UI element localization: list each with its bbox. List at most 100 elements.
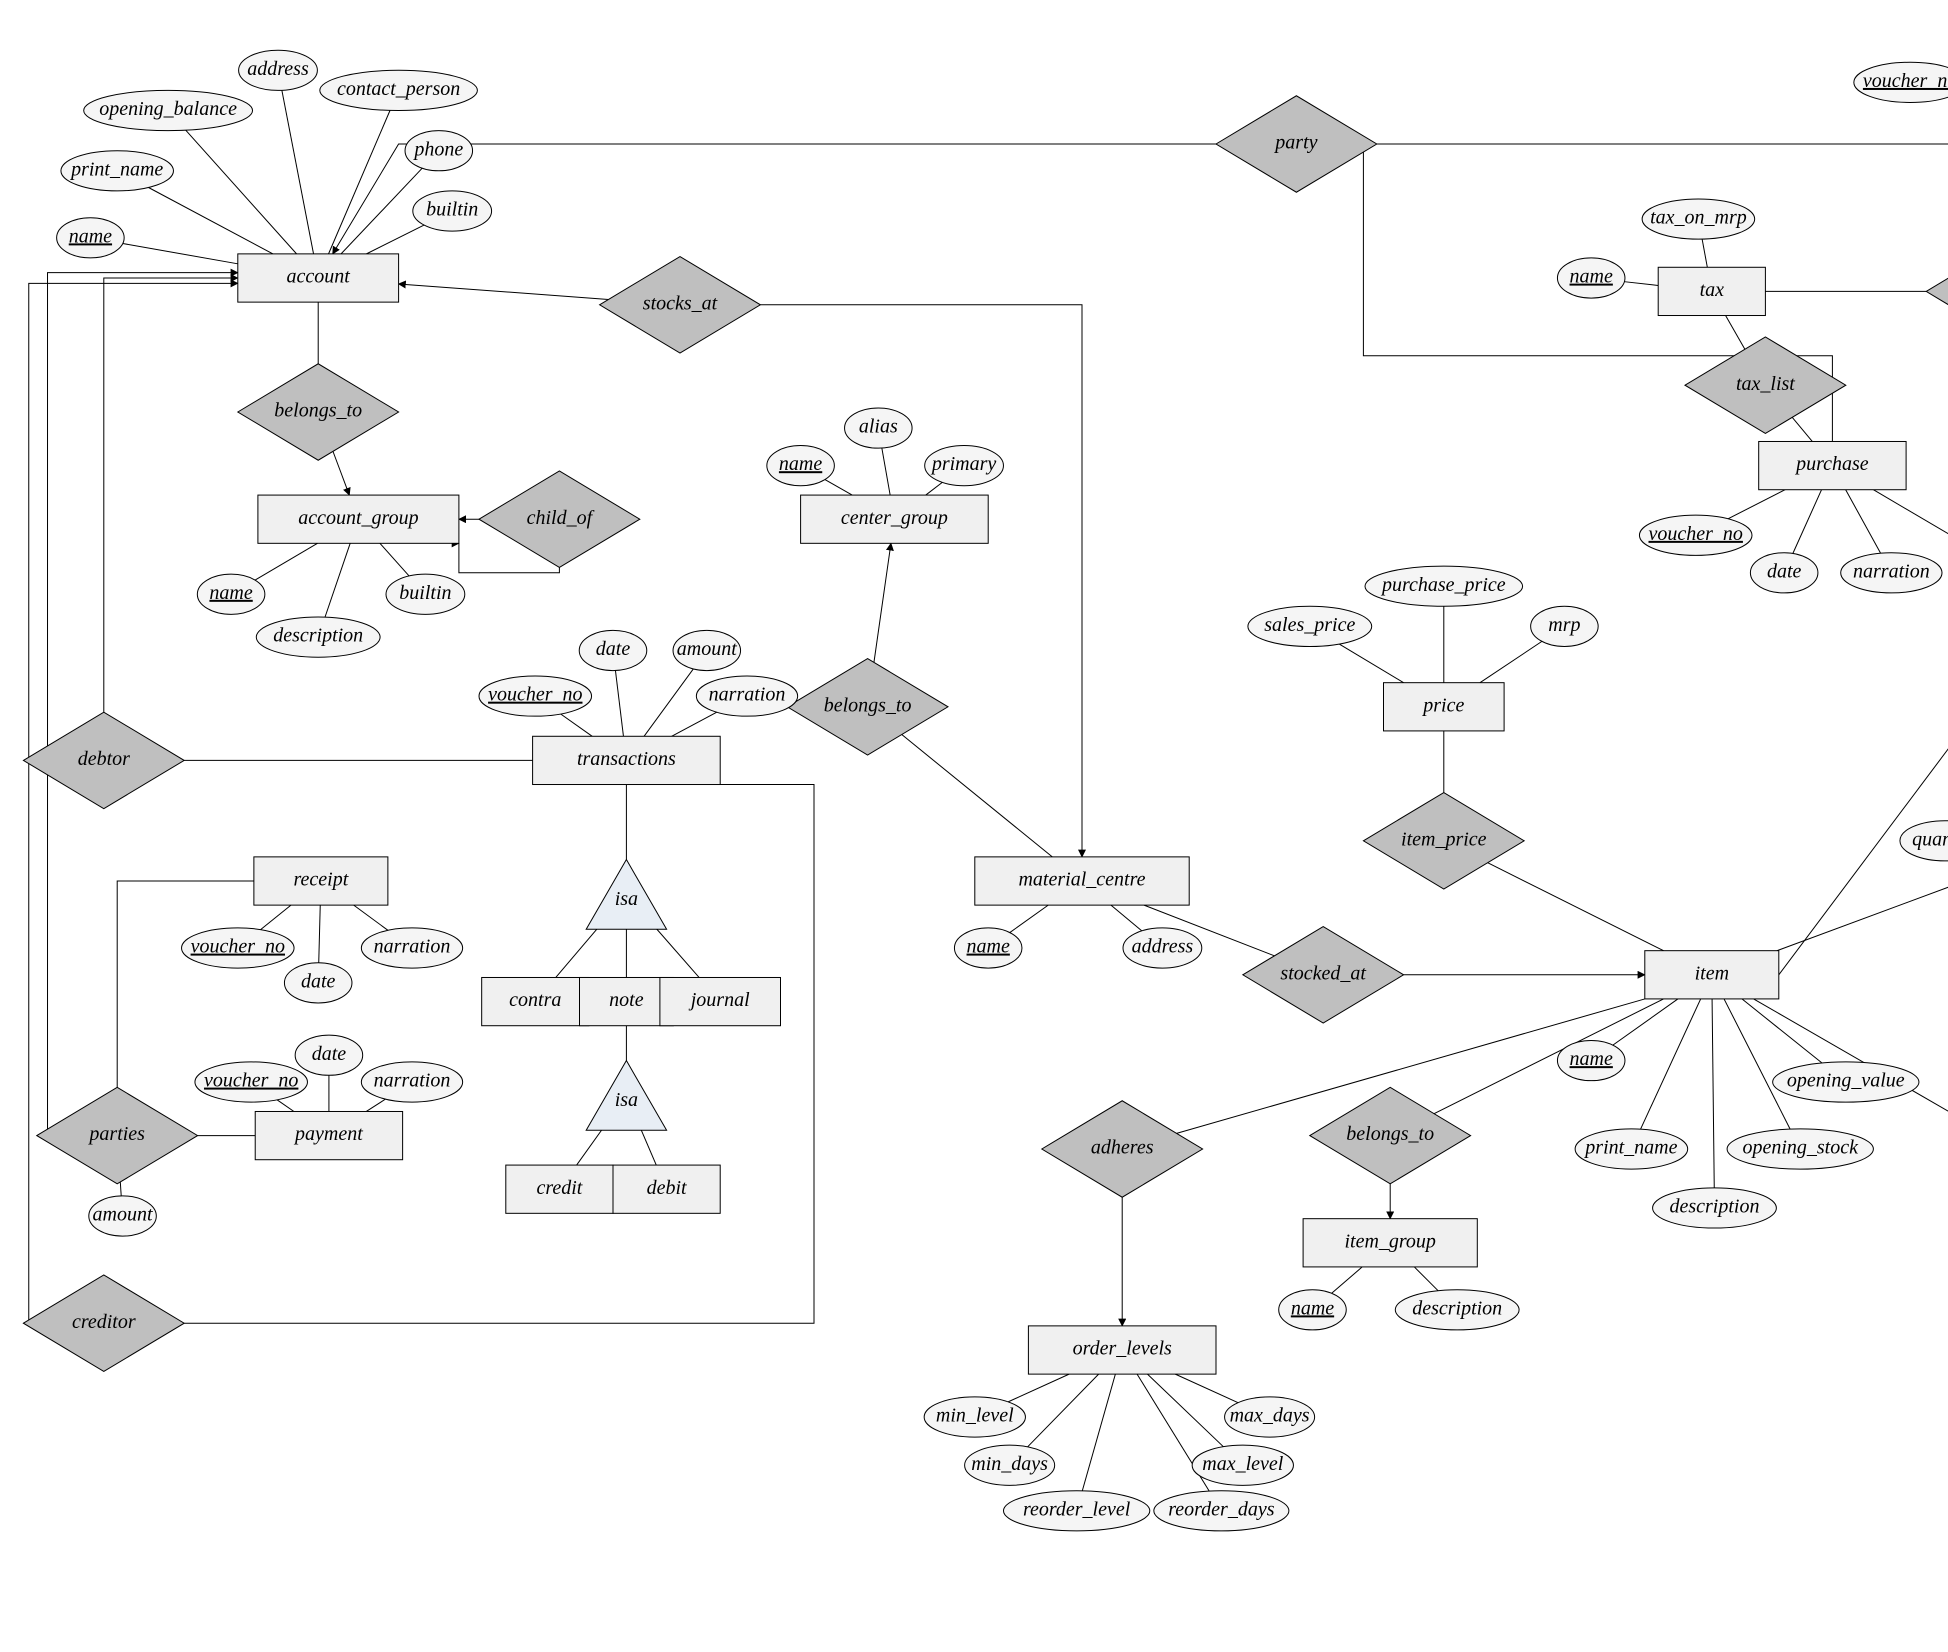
attribute-pr_mrp: mrp bbox=[1531, 606, 1599, 646]
attribute-acc_ob: opening_balance bbox=[84, 90, 253, 130]
attribute-rc_voucher: voucher_no bbox=[182, 928, 295, 968]
svg-text:isa: isa bbox=[615, 888, 638, 910]
attribute-acc_addr: address bbox=[239, 50, 318, 90]
attribute-pr_purchase: purchase_price bbox=[1365, 566, 1523, 606]
svg-text:address: address bbox=[247, 58, 309, 80]
svg-text:print_name: print_name bbox=[69, 158, 163, 180]
attribute-item_desc: description bbox=[1653, 1188, 1777, 1228]
entity-item: item bbox=[1645, 951, 1779, 999]
svg-text:date: date bbox=[1767, 560, 1802, 582]
entity-journal: journal bbox=[660, 977, 781, 1025]
attribute-parties_amount: amount bbox=[89, 1196, 157, 1236]
attribute-pur_narr: narration bbox=[1841, 553, 1942, 593]
attribute-pur_voucher: voucher_no bbox=[1639, 515, 1752, 555]
svg-text:account: account bbox=[287, 266, 351, 288]
svg-text:account_group: account_group bbox=[298, 507, 418, 529]
svg-text:name: name bbox=[1570, 266, 1613, 288]
svg-text:material_centre: material_centre bbox=[1018, 869, 1145, 891]
svg-text:date: date bbox=[301, 970, 336, 992]
svg-text:voucher_no: voucher_no bbox=[1863, 70, 1948, 92]
svg-text:amount: amount bbox=[93, 1204, 153, 1226]
svg-text:creditor: creditor bbox=[72, 1311, 136, 1333]
edge-isa2-debit bbox=[640, 1127, 656, 1165]
entity-contra: contra bbox=[482, 977, 589, 1025]
edge-belongs_to2-center_group bbox=[874, 543, 891, 662]
svg-text:min_days: min_days bbox=[971, 1453, 1048, 1475]
svg-text:builtin: builtin bbox=[399, 582, 451, 604]
attribute-rc_narr: narration bbox=[361, 928, 462, 968]
er-diagram: account account_group center_group transact… bbox=[0, 0, 1948, 1652]
edge-parties-receipt bbox=[117, 881, 254, 1087]
svg-text:note: note bbox=[609, 989, 644, 1011]
svg-text:party: party bbox=[1273, 132, 1317, 154]
svg-text:belongs_to: belongs_to bbox=[824, 694, 912, 716]
attribute-item_print: print_name bbox=[1575, 1129, 1688, 1169]
svg-text:parties: parties bbox=[87, 1123, 145, 1145]
svg-text:belongs_to: belongs_to bbox=[1346, 1123, 1434, 1145]
attribute-cg_name: name bbox=[767, 446, 835, 486]
svg-text:journal: journal bbox=[688, 989, 750, 1011]
svg-text:opening_value: opening_value bbox=[1787, 1070, 1905, 1092]
entity-transactions: transactions bbox=[533, 736, 721, 784]
relationship-stocks_at: stocks_at bbox=[600, 257, 761, 353]
svg-text:mrp: mrp bbox=[1548, 614, 1580, 636]
attribute-acc_cp: contact_person bbox=[320, 70, 478, 110]
svg-text:receipt: receipt bbox=[293, 869, 348, 891]
svg-text:transactions: transactions bbox=[577, 748, 676, 770]
svg-text:debit: debit bbox=[647, 1177, 687, 1199]
attribute-mc_name: name bbox=[954, 928, 1022, 968]
attribute-ag_builtin: builtin bbox=[386, 574, 465, 614]
attribute-ag_desc: description bbox=[256, 617, 380, 657]
attribute-ol_reorder_days: reorder_days bbox=[1154, 1491, 1289, 1531]
attribute-ol_min_level: min_level bbox=[924, 1397, 1025, 1437]
svg-text:center_group: center_group bbox=[841, 507, 948, 529]
attribute-pm_date: date bbox=[295, 1035, 363, 1075]
svg-text:voucher_no: voucher_no bbox=[1649, 523, 1743, 545]
entity-receipt: receipt bbox=[254, 857, 388, 905]
edge-belongs_to1-account_group bbox=[333, 451, 349, 495]
edge-tax_list2-tax bbox=[1726, 316, 1745, 350]
attribute-pm_voucher: voucher_no bbox=[195, 1062, 308, 1102]
svg-text:isa: isa bbox=[615, 1089, 638, 1111]
svg-text:item: item bbox=[1695, 962, 1729, 984]
svg-text:voucher_no: voucher_no bbox=[191, 936, 285, 958]
svg-text:phone: phone bbox=[412, 138, 463, 160]
svg-text:description: description bbox=[273, 625, 363, 647]
attribute-tax_name: name bbox=[1557, 258, 1625, 298]
svg-text:contact_person: contact_person bbox=[337, 78, 460, 100]
attribute-tr_voucher: voucher_no bbox=[479, 676, 592, 716]
svg-text:item_price: item_price bbox=[1401, 828, 1487, 850]
svg-text:stocked_at: stocked_at bbox=[1280, 962, 1366, 984]
attribute-item_ov: opening_value bbox=[1773, 1062, 1919, 1102]
entity-price: price bbox=[1384, 683, 1505, 731]
attribute-rc_date: date bbox=[284, 963, 352, 1003]
edge-stocks_at-material_centre bbox=[760, 305, 1082, 857]
svg-text:purchase_price: purchase_price bbox=[1380, 574, 1506, 596]
svg-text:adheres: adheres bbox=[1091, 1137, 1154, 1159]
svg-text:description: description bbox=[1669, 1196, 1759, 1218]
entity-material_centre: material_centre bbox=[975, 857, 1189, 905]
entity-order_levels: order_levels bbox=[1028, 1326, 1216, 1374]
attribute-item_name: name bbox=[1557, 1040, 1625, 1080]
svg-text:payment: payment bbox=[293, 1123, 363, 1145]
svg-text:alias: alias bbox=[859, 416, 898, 438]
edge-item_price-item bbox=[1488, 863, 1664, 951]
entity-purchase: purchase bbox=[1759, 441, 1906, 489]
entity-account: account bbox=[238, 254, 399, 302]
svg-text:voucher_no: voucher_no bbox=[488, 684, 582, 706]
svg-text:tax_list: tax_list bbox=[1736, 373, 1795, 395]
edge-parties-account bbox=[37, 273, 238, 1136]
svg-text:address: address bbox=[1132, 936, 1194, 958]
svg-text:primary: primary bbox=[930, 453, 997, 475]
edge-sold-item bbox=[1777, 859, 1948, 950]
svg-text:name: name bbox=[209, 582, 252, 604]
attribute-cg_alias: alias bbox=[845, 408, 913, 448]
attribute-ig_desc: description bbox=[1395, 1290, 1519, 1330]
svg-text:max_days: max_days bbox=[1230, 1405, 1310, 1427]
attribute-pr_sales: sales_price bbox=[1248, 606, 1372, 646]
attribute-ol_reorder_level: reorder_level bbox=[1003, 1491, 1149, 1531]
svg-text:builtin: builtin bbox=[426, 199, 478, 221]
attribute-cg_primary: primary bbox=[925, 446, 1004, 486]
svg-text:print_name: print_name bbox=[1583, 1137, 1677, 1159]
svg-text:opening_stock: opening_stock bbox=[1742, 1137, 1859, 1159]
